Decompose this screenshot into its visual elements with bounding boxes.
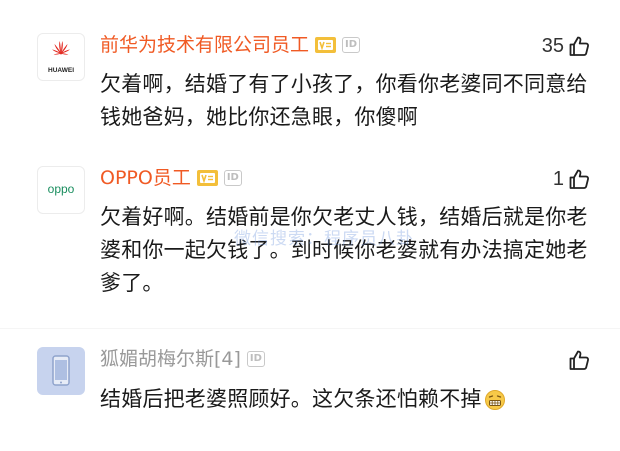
avatar-user[interactable] (37, 347, 85, 395)
emoji-grimace-icon (484, 389, 506, 411)
like-button[interactable]: 1 (553, 166, 590, 192)
like-button[interactable]: 35 (542, 33, 590, 59)
like-count: 35 (541, 34, 564, 57)
verified-v-icon (315, 37, 337, 53)
verified-v-icon (196, 170, 218, 186)
comment-header: OPPO员工 ID (100, 166, 242, 190)
id-badge-icon: ID (223, 170, 242, 186)
oppo-logo-icon: oppo (48, 182, 75, 196)
comment-text: 欠着好啊。结婚前是你欠老丈人钱，结婚后就是你老婆和你一起欠钱了。到时候你老婆就有… (100, 205, 588, 295)
username[interactable]: 前华为技术有限公司员工 (100, 33, 309, 57)
thumbs-up-icon (568, 168, 590, 190)
like-count: 1 (552, 167, 564, 190)
id-badge-icon: ID (246, 351, 265, 367)
comment-text-content: 结婚后把老婆照顾好。这欠条还怕赖不掉 (100, 387, 482, 411)
thumbs-up-icon (568, 349, 590, 371)
phone-icon (52, 355, 70, 386)
username[interactable]: OPPO员工 (100, 166, 191, 190)
username[interactable]: 狐媚胡梅尔斯[4] (100, 347, 241, 371)
avatar-brand: oppo (48, 182, 75, 196)
comment-header: 前华为技术有限公司员工 ID (100, 33, 361, 57)
avatar-brand: HUAWEI (48, 67, 74, 74)
thumbs-up-icon (568, 35, 590, 57)
huawei-logo-icon: HUAWEI (48, 41, 74, 74)
avatar-huawei[interactable]: HUAWEI (37, 33, 85, 81)
divider (0, 328, 620, 329)
comment-text: 结婚后把老婆照顾好。这欠条还怕赖不掉 (100, 383, 590, 416)
comment-header: 狐媚胡梅尔斯[4] ID (100, 347, 265, 371)
comment-text: 欠着啊，结婚了有了小孩了，你看你老婆同不同意给钱她爸妈，她比你还急眼，你傻啊 (100, 72, 588, 129)
like-button[interactable] (564, 347, 590, 373)
avatar-oppo[interactable]: oppo (37, 166, 85, 214)
id-badge-icon: ID (342, 37, 361, 53)
